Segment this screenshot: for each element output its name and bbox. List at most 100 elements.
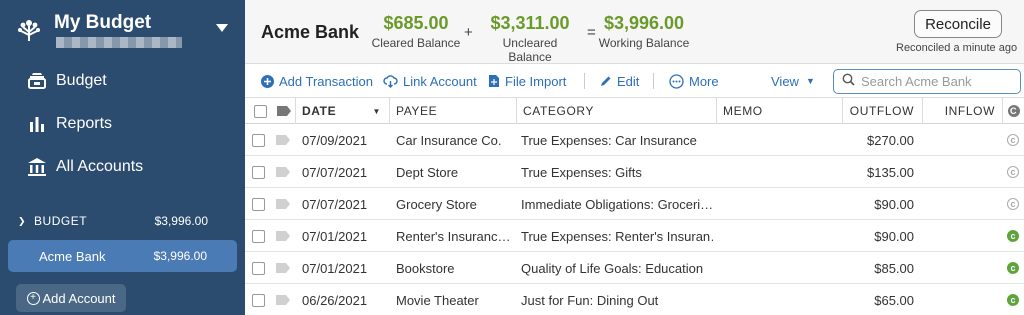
more-button[interactable]: More [669, 72, 719, 90]
row-outflow[interactable]: $90.00 [842, 188, 914, 220]
row-date[interactable]: 07/01/2021 [302, 252, 388, 284]
budget-group-label: BUDGET [34, 214, 88, 228]
row-flag-cell [276, 252, 296, 284]
row-checkbox[interactable] [252, 197, 265, 211]
cleared-status-icon[interactable]: c [1007, 230, 1019, 242]
row-inflow[interactable] [922, 284, 995, 315]
sidebar-account-acme-bank[interactable]: Acme Bank $3,996.00 [8, 240, 237, 272]
budget-switcher[interactable]: My Budget [14, 10, 236, 52]
account-amount: $3,996.00 [153, 249, 207, 263]
transaction-row[interactable]: 07/09/2021 Car Insurance Co. True Expens… [245, 124, 1024, 156]
add-account-button[interactable]: + Add Account [16, 284, 126, 312]
row-memo[interactable] [721, 188, 839, 220]
row-inflow[interactable] [922, 220, 995, 252]
row-date[interactable]: 07/07/2021 [302, 188, 388, 220]
row-date[interactable]: 07/09/2021 [302, 124, 388, 156]
flag-icon[interactable] [276, 295, 290, 305]
row-outflow[interactable]: $65.00 [842, 284, 914, 315]
row-payee[interactable]: Car Insurance Co. [396, 124, 514, 156]
search-input[interactable] [861, 74, 1011, 89]
search-icon [842, 73, 855, 91]
row-date[interactable]: 07/07/2021 [302, 156, 388, 188]
transaction-row[interactable]: 07/07/2021 Dept Store True Expenses: Gif… [245, 156, 1024, 188]
row-payee[interactable]: Bookstore [396, 252, 514, 284]
add-transaction-button[interactable]: Add Transaction [261, 72, 373, 90]
row-memo[interactable] [721, 284, 839, 315]
working-balance-value: $3,996.00 [603, 13, 685, 33]
blurred-email [56, 37, 182, 48]
cloud-link-icon [383, 74, 398, 88]
column-cleared[interactable]: C [1002, 98, 1024, 124]
row-inflow[interactable] [922, 124, 995, 156]
flag-icon[interactable] [276, 263, 290, 273]
column-outflow[interactable]: OUTFLOW [842, 98, 922, 124]
row-payee[interactable]: Dept Store [396, 156, 514, 188]
row-category[interactable]: Just for Fun: Dining Out [521, 284, 713, 315]
cleared-status-icon[interactable]: c [1007, 198, 1019, 210]
edit-button[interactable]: Edit [599, 72, 639, 90]
view-dropdown[interactable]: View ▼ [771, 72, 815, 90]
cleared-status-icon[interactable]: c [1007, 134, 1019, 146]
toolbar-divider [653, 73, 654, 89]
row-memo[interactable] [721, 124, 839, 156]
account-header: Acme Bank $685.00 Cleared Balance + $3,3… [245, 0, 1024, 64]
file-import-button[interactable]: File Import [488, 72, 566, 90]
column-date[interactable]: DATE ▼ [295, 98, 389, 124]
row-date[interactable]: 06/26/2021 [302, 284, 388, 315]
row-cleared-cell: c [1006, 188, 1020, 220]
row-memo[interactable] [721, 156, 839, 188]
column-memo[interactable]: MEMO [716, 98, 842, 124]
select-all-checkbox[interactable] [253, 104, 267, 118]
column-inflow[interactable]: INFLOW [922, 98, 1002, 124]
flag-icon[interactable] [276, 231, 290, 241]
flag-icon[interactable] [276, 167, 290, 177]
row-select-cell [252, 188, 268, 220]
transaction-row[interactable]: 07/01/2021 Bookstore Quality of Life Goa… [245, 252, 1024, 284]
cleared-status-icon[interactable]: c [1007, 262, 1019, 274]
transaction-row[interactable]: 07/07/2021 Grocery Store Immediate Oblig… [245, 188, 1024, 220]
row-checkbox[interactable] [252, 165, 265, 179]
flag-icon [277, 106, 291, 116]
row-payee[interactable]: Movie Theater [396, 284, 514, 315]
row-cleared-cell: c [1006, 252, 1020, 284]
nav-all-accounts[interactable]: All Accounts [26, 154, 143, 180]
row-category[interactable]: True Expenses: Car Insurance [521, 124, 713, 156]
row-inflow[interactable] [922, 252, 995, 284]
flag-icon[interactable] [276, 199, 290, 209]
row-date[interactable]: 07/01/2021 [302, 220, 388, 252]
flag-icon[interactable] [276, 135, 290, 145]
row-outflow[interactable]: $135.00 [842, 156, 914, 188]
transaction-row[interactable]: 06/26/2021 Movie Theater Just for Fun: D… [245, 284, 1024, 315]
nav-reports[interactable]: Reports [26, 111, 112, 137]
cleared-status-icon[interactable]: c [1007, 294, 1019, 306]
row-outflow[interactable]: $270.00 [842, 124, 914, 156]
row-inflow[interactable] [922, 156, 995, 188]
budget-group-header[interactable]: ❯ BUDGET $3,996.00 [18, 213, 208, 229]
transaction-row[interactable]: 07/01/2021 Renter's Insuranc… True Expen… [245, 220, 1024, 252]
column-category[interactable]: CATEGORY [516, 98, 716, 124]
row-memo[interactable] [721, 220, 839, 252]
row-inflow[interactable] [922, 188, 995, 220]
link-account-button[interactable]: Link Account [383, 72, 477, 90]
row-checkbox[interactable] [252, 133, 265, 147]
row-category[interactable]: True Expenses: Gifts [521, 156, 713, 188]
row-category[interactable]: Quality of Life Goals: Education [521, 252, 713, 284]
row-checkbox[interactable] [252, 261, 265, 275]
search-box[interactable] [833, 69, 1021, 94]
reconcile-button[interactable]: Reconcile [914, 10, 1002, 38]
row-category[interactable]: Immediate Obligations: Groceri… [521, 188, 713, 220]
row-outflow[interactable]: $90.00 [842, 220, 914, 252]
column-payee[interactable]: PAYEE [389, 98, 516, 124]
row-checkbox[interactable] [252, 293, 265, 307]
cleared-status-icon[interactable]: c [1007, 166, 1019, 178]
row-payee[interactable]: Renter's Insuranc… [396, 220, 514, 252]
caret-down-icon[interactable] [216, 24, 228, 32]
row-memo[interactable] [721, 252, 839, 284]
row-category[interactable]: True Expenses: Renter's Insuran… [521, 220, 713, 252]
row-checkbox[interactable] [252, 229, 265, 243]
row-outflow[interactable]: $85.00 [842, 252, 914, 284]
row-payee[interactable]: Grocery Store [396, 188, 514, 220]
nav-budget[interactable]: Budget [26, 68, 107, 94]
flag-column-header[interactable] [271, 98, 295, 124]
row-flag-cell [276, 156, 296, 188]
